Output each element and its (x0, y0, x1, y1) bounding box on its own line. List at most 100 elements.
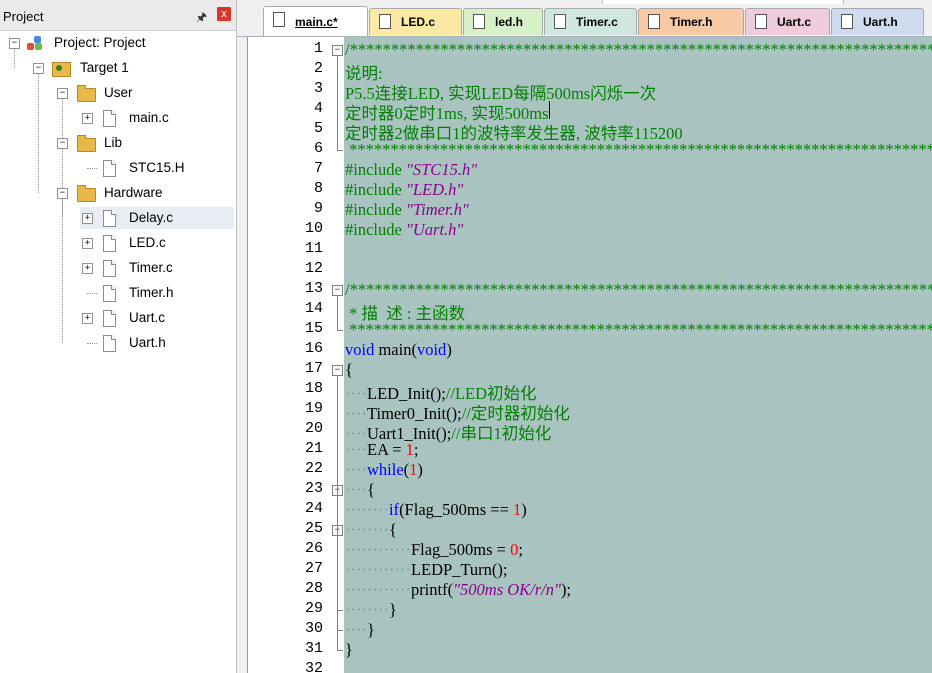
tree-item-uart-c[interactable]: + Uart.c (0, 307, 236, 329)
line-number: 30 (304, 620, 323, 637)
line-number: 28 (304, 580, 323, 597)
project-panel-header: Project 🖈 x (0, 0, 236, 31)
fold-collapse-icon[interactable]: − (332, 45, 343, 56)
tree-item-delay-c[interactable]: + Delay.c (80, 207, 234, 229)
collapse-icon[interactable]: − (9, 38, 20, 49)
code-token: ···· (345, 480, 367, 499)
code-token: void (345, 340, 375, 359)
line-number: 17 (304, 360, 323, 377)
code-token: ············ (345, 540, 411, 559)
code-line: ····while(1) (345, 460, 423, 480)
line-number: 22 (304, 460, 323, 477)
tree-item-timer-c[interactable]: + Timer.c (0, 257, 236, 279)
tree-item-main-c[interactable]: + main.c (0, 107, 236, 129)
fold-collapse-icon[interactable]: − (332, 365, 343, 376)
code-token: /***************************************… (345, 280, 932, 299)
file-icon (103, 310, 116, 327)
tree-item-lib[interactable]: − Lib (0, 132, 236, 154)
fold-guide (337, 56, 338, 150)
code-token: main( (374, 340, 417, 359)
tree-item-label: Timer.c (129, 260, 173, 275)
code-line: ············LEDP_Turn(); (345, 560, 508, 580)
code-token: #include (345, 200, 406, 219)
tree-item-label: Target 1 (80, 60, 129, 75)
tab-label: led.h (495, 15, 524, 29)
expand-icon[interactable]: + (82, 113, 93, 124)
collapse-icon[interactable]: − (57, 188, 68, 199)
line-number: 26 (304, 540, 323, 557)
collapse-icon[interactable]: − (57, 88, 68, 99)
code-token: LEDP_Turn(); (410, 560, 508, 579)
tree-item-project-project[interactable]: − Project: Project (0, 32, 236, 54)
line-number: 23 (304, 480, 323, 497)
tab-main-c-[interactable]: main.c* (263, 6, 368, 36)
folder-icon (77, 85, 96, 102)
code-token: 1 (405, 440, 414, 459)
code-token: "LED.h" (405, 180, 464, 199)
line-number: 5 (313, 120, 323, 137)
tree-item-label: User (104, 85, 133, 100)
fold-collapse-icon[interactable]: − (332, 285, 343, 296)
tab-timer-h[interactable]: Timer.h (638, 8, 744, 35)
expand-icon[interactable]: + (82, 213, 93, 224)
code-token: ) (521, 500, 527, 519)
line-number: 16 (304, 340, 323, 357)
file-icon (103, 235, 116, 252)
line-number-gutter: 1 2 3 4 5 6 7 8 9 10 11 12 13 14 15 16 17 18 19 20 21 22 23 24 2… (248, 37, 331, 673)
line-number: 12 (304, 260, 323, 277)
code-line: ············Flag_500ms = 0; (345, 540, 523, 560)
folder-icon (77, 185, 96, 202)
code-line: #include "Timer.h" (345, 200, 469, 220)
tab-led-h[interactable]: led.h (463, 8, 543, 35)
tab-uart-h[interactable]: Uart.h (831, 8, 924, 35)
tree-item-user[interactable]: − User (0, 82, 236, 104)
close-icon[interactable]: x (217, 7, 231, 21)
expand-icon[interactable]: + (82, 238, 93, 249)
line-number: 21 (304, 440, 323, 457)
file-icon (648, 14, 660, 29)
tab-label: LED.c (401, 15, 436, 29)
pin-icon[interactable]: 🖈 (196, 8, 207, 29)
tab-timer-c[interactable]: Timer.c (544, 8, 637, 35)
collapse-icon[interactable]: − (33, 63, 44, 74)
project-panel: Project 🖈 x − Project: Project − Target 1 − U… (0, 0, 237, 673)
code-token: ···· (345, 460, 367, 479)
text-caret (548, 101, 550, 119)
line-number: 14 (304, 300, 323, 317)
code-token: (Flag_500ms == (399, 500, 514, 519)
tree-item-label: Delay.c (129, 210, 174, 225)
code-line: /***************************************… (345, 280, 932, 300)
tab-label: Timer.h (670, 15, 713, 29)
collapse-icon[interactable]: − (57, 138, 68, 149)
file-icon (379, 14, 391, 29)
code-editor[interactable]: 1 2 3 4 5 6 7 8 9 10 11 12 13 14 15 16 17 18 19 20 21 22 23 24 2… (247, 37, 932, 673)
tree-item-uart-h[interactable]: Uart.h (0, 332, 236, 354)
code-line: ****************************************… (345, 320, 932, 340)
fold-guide-end (337, 610, 343, 611)
code-token: printf( (410, 580, 454, 599)
tree-item-led-c[interactable]: + LED.c (0, 232, 236, 254)
tree-item-stc15-h[interactable]: STC15.H (0, 157, 236, 179)
line-number: 11 (304, 240, 323, 257)
tree-item-label: Uart.h (129, 335, 166, 350)
tab-uart-c[interactable]: Uart.c (745, 8, 830, 35)
tab-label: Timer.c (576, 15, 618, 29)
tab-led-c[interactable]: LED.c (369, 8, 462, 35)
tree-item-label: Timer.h (129, 285, 174, 300)
code-line: ····EA = 1; (345, 440, 418, 460)
tree-item-timer-h[interactable]: Timer.h (0, 282, 236, 304)
code-token: ; (518, 540, 523, 559)
code-token: } (388, 600, 397, 619)
code-token: { (388, 520, 397, 539)
code-token: ········ (345, 520, 389, 539)
tree-item-target-1[interactable]: − Target 1 (0, 57, 236, 79)
line-number: 25 (304, 520, 323, 537)
tree-connector-line (87, 168, 97, 169)
code-token: #include (345, 160, 406, 179)
code-token: "STC15.h" (405, 160, 478, 179)
tree-item-hardware[interactable]: − Hardware (0, 182, 236, 204)
expand-icon[interactable]: + (82, 263, 93, 274)
code-token: ···· (345, 440, 367, 459)
expand-icon[interactable]: + (82, 313, 93, 324)
code-token: #include (345, 180, 406, 199)
